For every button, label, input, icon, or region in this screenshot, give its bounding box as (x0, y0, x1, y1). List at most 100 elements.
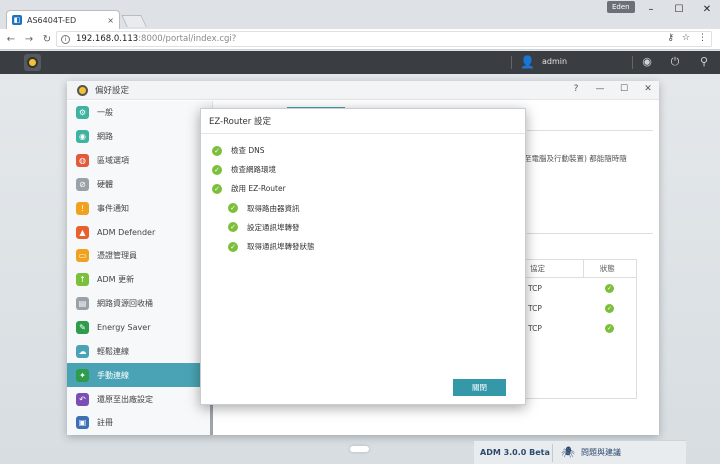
sidebar-item[interactable]: ◉ 網路 (67, 125, 212, 149)
sidebar-item[interactable]: ✦ 手動連線 (67, 363, 212, 388)
dialog-close-button[interactable]: 關閉 (453, 379, 506, 396)
status-ok-icon: ✓ (604, 283, 614, 293)
port-table: 協定 狀態 TCP ✓ TCP ✓ TCP ✓ (523, 259, 637, 399)
sidebar-scrollbar[interactable] (210, 401, 213, 435)
browser-tab[interactable]: ◧ AS6404T-ED × (6, 10, 120, 29)
browser-tabstrip: ◧ AS6404T-ED × Eden – ☐ ✕ (0, 0, 720, 29)
check-icon: ✓ (212, 183, 222, 194)
step-item: ✓ 取得路由器資訊 (228, 203, 300, 214)
sidebar-item-icon: ↑ (76, 273, 89, 287)
url-path: :8000/portal/index.cgi? (138, 34, 237, 44)
maximize-button[interactable]: ☐ (617, 84, 631, 94)
back-arrow-icon[interactable]: ← (4, 34, 18, 45)
window-close-button[interactable]: ✕ (692, 0, 720, 18)
status-cell: ✓ (583, 283, 636, 293)
reload-icon[interactable]: ↻ (40, 34, 54, 45)
status-ok-icon: ✓ (604, 303, 614, 313)
status-cell: ✓ (583, 323, 636, 333)
user-icon[interactable]: 👤 (520, 55, 535, 69)
sidebar-item[interactable]: ⚙ 一般 (67, 101, 212, 125)
step-item: ✓ 檢查網路環境 (212, 164, 276, 175)
bookmark-star-icon[interactable]: ☆ (682, 33, 690, 43)
sidebar-item[interactable]: ▣ 註冊 (67, 411, 212, 435)
divider (511, 56, 512, 69)
sidebar-item-icon: ▤ (76, 297, 89, 311)
window-maximize-button[interactable]: ☐ (664, 0, 694, 18)
url-host: 192.168.0.113 (76, 34, 139, 44)
adm-logo-icon (27, 57, 38, 68)
sidebar-item[interactable]: ⊘ 硬體 (67, 173, 212, 197)
preferences-icon (77, 84, 88, 96)
protocol-cell: TCP (528, 323, 542, 333)
profile-button[interactable]: Eden (607, 1, 635, 13)
sidebar-item-label: 區域選項 (97, 156, 129, 166)
sidebar-item-label: 註冊 (97, 418, 113, 428)
sidebar-item[interactable]: ↑ ADM 更新 (67, 268, 212, 292)
sidebar-item-icon: ☁ (76, 344, 89, 358)
status-ok-icon: ✓ (604, 323, 614, 333)
preferences-sidebar: ⚙ 一般 ◉ 網路 ◍ 區域選項 ⊘ 硬體! 事件通知 ▲ ADM Defender ▭ 憑證管理員 ↑ A… (67, 101, 213, 435)
tab-close-icon[interactable]: × (107, 16, 114, 25)
search-icon[interactable]: ⚲ (697, 55, 711, 69)
sidebar-item-label: 網路 (97, 132, 113, 142)
sidebar-item[interactable]: ▭ 憑證管理員 (67, 244, 212, 268)
ez-router-dialog: EZ-Router 設定 ✓ 檢查 DNS ✓ 檢查網路環境 ✓ 啟用 EZ-Router… (200, 108, 526, 405)
info-icon[interactable]: i (61, 34, 70, 44)
close-button[interactable]: ✕ (641, 84, 655, 94)
divider (527, 130, 653, 131)
sidebar-item-label: 輕鬆連線 (97, 346, 129, 356)
step-item: ✓ 啟用 EZ-Router (212, 183, 286, 194)
sidebar-item[interactable]: ◍ 區域選項 (67, 149, 212, 173)
check-icon: ✓ (212, 164, 222, 175)
sidebar-item-label: 網路資源回收桶 (97, 299, 153, 309)
new-tab-button[interactable] (121, 15, 147, 27)
sidebar-item[interactable]: ▤ 網路資源回收桶 (67, 292, 212, 316)
step-item: ✓ 設定通訊埠轉發 (228, 222, 300, 233)
sidebar-item-label: Energy Saver (97, 323, 151, 333)
sidebar-item-icon: ◍ (76, 154, 89, 168)
sidebar-item-icon: ▲ (76, 225, 89, 239)
key-icon[interactable]: ⚷ (667, 33, 674, 43)
sidebar-item-label: 硬體 (97, 179, 113, 189)
preferences-title: 偏好設定 (95, 86, 130, 96)
asustor-favicon-icon: ◧ (12, 15, 22, 25)
status-cell: ✓ (583, 303, 636, 313)
window-minimize-button[interactable]: – (636, 0, 666, 18)
sidebar-item[interactable]: ☁ 輕鬆連線 (67, 339, 212, 363)
minimize-button[interactable]: — (593, 84, 607, 94)
bug-icon[interactable]: 🕷 (561, 446, 575, 459)
check-icon: ✓ (228, 203, 238, 214)
table-row: TCP ✓ (524, 298, 636, 318)
sidebar-item[interactable]: ✎ Energy Saver (67, 316, 212, 340)
sidebar-item[interactable]: ! 事件通知 (67, 196, 212, 220)
address-bar[interactable]: i 192.168.0.113 :8000/portal/index.cgi? … (56, 31, 712, 47)
check-icon: ✓ (228, 222, 238, 233)
sidebar-item-label: 事件通知 (97, 203, 129, 213)
help-button[interactable]: ? (569, 84, 583, 94)
browser-toolbar: ← → ↻ i 192.168.0.113 :8000/portal/index… (0, 29, 720, 50)
menu-kebab-icon[interactable]: ⋮ (698, 33, 707, 43)
table-row: TCP ✓ (524, 318, 636, 338)
notification-icon[interactable]: ◉ (640, 55, 654, 69)
sidebar-item-icon: ⊘ (76, 177, 89, 191)
adm-home-button[interactable] (24, 54, 41, 71)
check-icon: ✓ (212, 145, 222, 156)
sidebar-item-label: 還原至出廠設定 (97, 394, 153, 404)
sidebar-item-icon: ! (76, 201, 89, 215)
adm-top-bar: 👤 admin ◉ ⏻ ⚲ (0, 51, 720, 74)
preferences-titlebar: 偏好設定 ? — ☐ ✕ (67, 81, 659, 100)
feedback-link[interactable]: 問題與建議 (581, 447, 621, 458)
table-row: TCP ✓ (524, 278, 636, 298)
forward-arrow-icon[interactable]: → (22, 34, 36, 45)
column-protocol: 協定 (530, 264, 545, 273)
dock-indicator[interactable] (350, 446, 369, 452)
user-name[interactable]: admin (542, 57, 567, 66)
sidebar-item[interactable]: ↶ 還原至出廠設定 (67, 387, 212, 411)
sidebar-item[interactable]: ▲ ADM Defender (67, 220, 212, 244)
check-icon: ✓ (228, 241, 238, 252)
step-item: ✓ 檢查 DNS (212, 145, 265, 156)
step-label: 設定通訊埠轉發 (247, 222, 300, 232)
tab-title: AS6404T-ED (27, 15, 77, 25)
power-icon[interactable]: ⏻ (668, 55, 682, 69)
step-label: 取得路由器資訊 (247, 203, 300, 213)
